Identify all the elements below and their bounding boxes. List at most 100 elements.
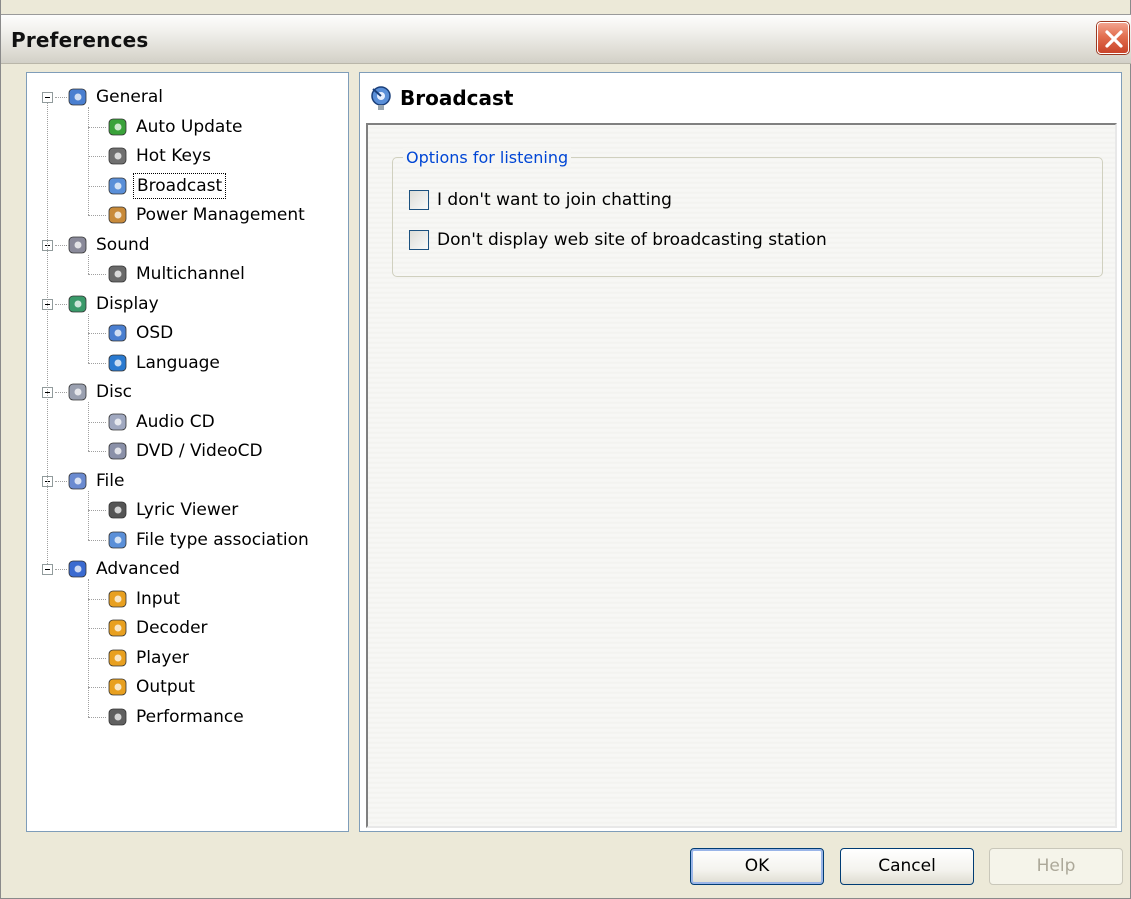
- cube-icon: [107, 617, 129, 639]
- tree-item-label: Sound: [96, 234, 150, 255]
- tree-connector: [88, 598, 106, 600]
- tree-connector: [88, 126, 106, 128]
- help-button[interactable]: Help: [989, 848, 1123, 885]
- tree-item-file-type-association[interactable]: File type association: [107, 526, 312, 554]
- tree-connector: [88, 451, 106, 452]
- tree-connector: [88, 254, 89, 274]
- tree-item-label: Power Management: [136, 205, 305, 225]
- microphone-icon: [107, 499, 129, 521]
- tree-item-file[interactable]: File: [67, 467, 127, 495]
- tree-item-power-management[interactable]: Power Management: [107, 201, 308, 229]
- tree-connector: [88, 156, 106, 157]
- tree-connector: [88, 716, 106, 718]
- tree-item-label: OSD: [136, 323, 174, 343]
- window-title: Preferences: [11, 28, 149, 52]
- groupbox-legend: Options for listening: [403, 148, 572, 167]
- tree-item-advanced[interactable]: Advanced: [67, 555, 183, 583]
- tree-item-label: Hot Keys: [136, 146, 211, 166]
- tree-connector: [88, 107, 89, 215]
- option-label: Don't display web site of broadcasting s…: [437, 230, 827, 250]
- tree-connector: [55, 97, 67, 98]
- tree-item-disc[interactable]: Disc: [67, 378, 135, 406]
- tree-item-label: Performance: [136, 706, 244, 727]
- tree-item-osd[interactable]: OSD: [107, 319, 176, 347]
- tree-item-auto-update[interactable]: Auto Update: [107, 113, 245, 141]
- osd-icon: [107, 322, 129, 344]
- tree-item-audio-cd[interactable]: Audio CD: [107, 408, 218, 436]
- tree-connector: [88, 274, 106, 275]
- tree-item-label: General: [96, 87, 163, 107]
- auto-update-icon: [107, 116, 129, 138]
- globe-icon: [107, 352, 129, 374]
- tree-item-label: Disc: [96, 382, 133, 402]
- dvd-icon: [107, 440, 129, 462]
- power-icon: [107, 204, 129, 226]
- tree-item-general[interactable]: General: [67, 83, 166, 111]
- tree-item-output[interactable]: Output: [107, 673, 198, 701]
- tree-item-label: Input: [136, 588, 181, 609]
- checkbox-no-chatting[interactable]: [409, 190, 429, 210]
- tree-item-label: Decoder: [136, 618, 208, 638]
- tree-item-label: Output: [136, 677, 196, 697]
- tree-item-label: Multichannel: [136, 264, 245, 284]
- tree-item-lyric-viewer[interactable]: Lyric Viewer: [107, 496, 241, 524]
- tree-connector: [88, 579, 89, 717]
- tree-item-label: Player: [136, 647, 189, 668]
- tree-item-player[interactable]: Player: [107, 644, 192, 672]
- tree-connector: [88, 402, 89, 451]
- option-label: I don't want to join chatting: [437, 190, 672, 210]
- tree-connector: [88, 539, 106, 541]
- tree-item-label: Lyric Viewer: [136, 500, 239, 520]
- tree-item-language[interactable]: Language: [107, 349, 223, 377]
- tree-item-display[interactable]: Display: [67, 290, 162, 318]
- close-button[interactable]: [1097, 22, 1129, 54]
- tree-item-decoder[interactable]: Decoder: [107, 614, 211, 642]
- tree-connector: [55, 303, 67, 305]
- tree-item-label: Advanced: [96, 559, 180, 579]
- option-no-chatting[interactable]: I don't want to join chatting: [409, 190, 672, 210]
- option-no-website[interactable]: Don't display web site of broadcasting s…: [409, 230, 827, 250]
- tree-connector: [88, 313, 89, 363]
- tree-item-multichannel[interactable]: Multichannel: [107, 260, 248, 288]
- panel-title: Broadcast: [400, 86, 514, 110]
- cube-icon: [107, 676, 129, 698]
- collapse-toggle[interactable]: [42, 564, 53, 575]
- panel-header: Broadcast: [360, 73, 1121, 121]
- tree-connector: [88, 421, 106, 423]
- cube-icon: [107, 588, 129, 610]
- tree-item-sound[interactable]: Sound: [67, 231, 153, 259]
- tree-item-label: Display: [96, 293, 159, 314]
- disc-icon: [67, 381, 89, 403]
- tree-item-dvd-videocd[interactable]: DVD / VideoCD: [107, 437, 266, 465]
- tree-connector: [55, 392, 67, 393]
- tree-connector: [55, 244, 67, 246]
- tree-connector: [55, 569, 67, 570]
- tree-item-performance[interactable]: Performance: [107, 703, 247, 731]
- ok-button[interactable]: OK: [690, 848, 824, 885]
- tree-item-broadcast[interactable]: Broadcast: [107, 172, 227, 200]
- category-tree[interactable]: General Auto Update Hot Keys Broadcast Power…: [26, 72, 349, 832]
- collapse-toggle[interactable]: [42, 92, 53, 103]
- advanced-icon: [67, 558, 89, 580]
- tree-item-label: Language: [136, 352, 220, 373]
- tree-item-input[interactable]: Input: [107, 585, 183, 613]
- tree-item-label: Audio CD: [136, 411, 215, 432]
- options-groupbox: Options for listening I don't want to jo…: [392, 148, 1103, 277]
- close-icon: [1105, 30, 1123, 48]
- title-bar[interactable]: Preferences: [1, 14, 1131, 64]
- tree-connector: [88, 185, 106, 187]
- tree-connector: [88, 490, 89, 540]
- tree-connector: [88, 362, 106, 364]
- checkbox-no-website[interactable]: [409, 230, 429, 250]
- tree-item-label: DVD / VideoCD: [136, 441, 263, 461]
- tree-item-label: Auto Update: [136, 116, 243, 137]
- keyboard-icon: [107, 145, 129, 167]
- general-icon: [67, 86, 89, 108]
- cancel-button[interactable]: Cancel: [840, 848, 974, 885]
- tree-connector: [88, 657, 106, 659]
- tree-connector: [88, 628, 106, 629]
- tree-connector: [88, 333, 106, 334]
- tree-item-label: File type association: [136, 529, 309, 550]
- tree-item-hot-keys[interactable]: Hot Keys: [107, 142, 214, 170]
- broadcast-icon: [107, 175, 129, 197]
